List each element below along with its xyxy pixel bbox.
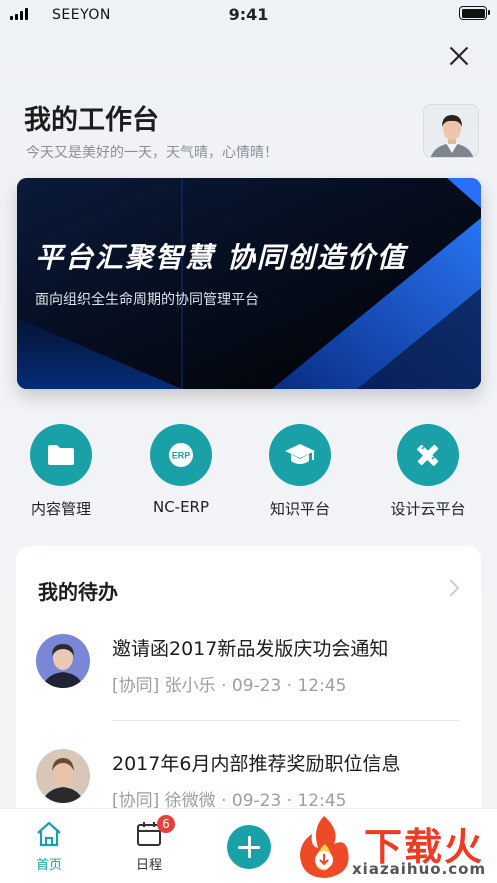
banner-subtitle: 面向组织全生命周期的协同管理平台 bbox=[35, 292, 259, 308]
close-button[interactable] bbox=[445, 42, 473, 70]
app-label: NC-ERP bbox=[152, 498, 210, 516]
todo-item-meta: [协同] 张小乐 · 09-23 · 12:45 bbox=[112, 676, 347, 696]
app-label: 设计云平台 bbox=[390, 500, 466, 518]
todo-item-title: 2017年6月内部推荐奖励职位信息 bbox=[112, 753, 401, 775]
battery-icon bbox=[459, 6, 490, 20]
watermark-logo: 下载火 xiazaihuo.com bbox=[292, 812, 497, 883]
app-design-cloud[interactable]: 设计云平台 bbox=[378, 424, 478, 519]
graduation-cap-icon bbox=[285, 444, 315, 464]
sender-avatar bbox=[36, 634, 90, 688]
divider bbox=[112, 720, 460, 721]
sender-avatar bbox=[36, 749, 90, 803]
app-content-management[interactable]: 内容管理 bbox=[11, 424, 111, 519]
app-nc-erp[interactable]: ERP NC-ERP bbox=[131, 424, 231, 516]
app-knowledge-platform[interactable]: 知识平台 bbox=[250, 424, 350, 519]
folder-icon bbox=[48, 445, 74, 465]
status-time: 9:41 bbox=[228, 5, 269, 24]
app-label: 内容管理 bbox=[30, 500, 91, 518]
banner-graphic bbox=[17, 178, 481, 389]
app-label: 知识平台 bbox=[269, 500, 330, 518]
chevron-right-icon[interactable] bbox=[442, 579, 460, 597]
erp-icon: ERP bbox=[169, 443, 193, 467]
erp-icon-text: ERP bbox=[172, 451, 191, 461]
app-shortcuts: 内容管理 ERP NC-ERP 知识平台 设计云平台 bbox=[0, 424, 497, 524]
flame-icon bbox=[300, 816, 349, 878]
home-icon bbox=[37, 821, 61, 847]
add-button[interactable] bbox=[227, 825, 271, 869]
tab-schedule-label: 日程 bbox=[135, 858, 162, 873]
schedule-badge: 6 bbox=[157, 815, 175, 833]
user-avatar[interactable] bbox=[423, 104, 479, 158]
page-subtitle: 今天又是美好的一天，天气晴，心情晴！ bbox=[26, 145, 278, 161]
pencil-ruler-icon bbox=[417, 444, 439, 466]
tab-home[interactable]: 首页 bbox=[9, 821, 89, 873]
promo-banner[interactable]: 平台汇聚智慧 协同创造价值 面向组织全生命周期的协同管理平台 bbox=[17, 178, 481, 389]
tab-home-label: 首页 bbox=[35, 858, 62, 873]
banner-title: 平台汇聚智慧 协同创造价值 bbox=[35, 241, 407, 274]
todo-title: 我的待办 bbox=[38, 580, 118, 604]
tab-schedule[interactable]: 6 日程 bbox=[109, 815, 189, 873]
todo-item[interactable]: 邀请函2017新品发版庆功会通知 [协同] 张小乐 · 09-23 · 12:4… bbox=[16, 634, 481, 724]
status-bar: SEEYON 9:41 bbox=[0, 0, 497, 30]
page-title: 我的工作台 bbox=[24, 105, 159, 136]
watermark-url: xiazaihuo.com bbox=[352, 860, 487, 878]
todo-item-title: 邀请函2017新品发版庆功会通知 bbox=[112, 638, 389, 660]
